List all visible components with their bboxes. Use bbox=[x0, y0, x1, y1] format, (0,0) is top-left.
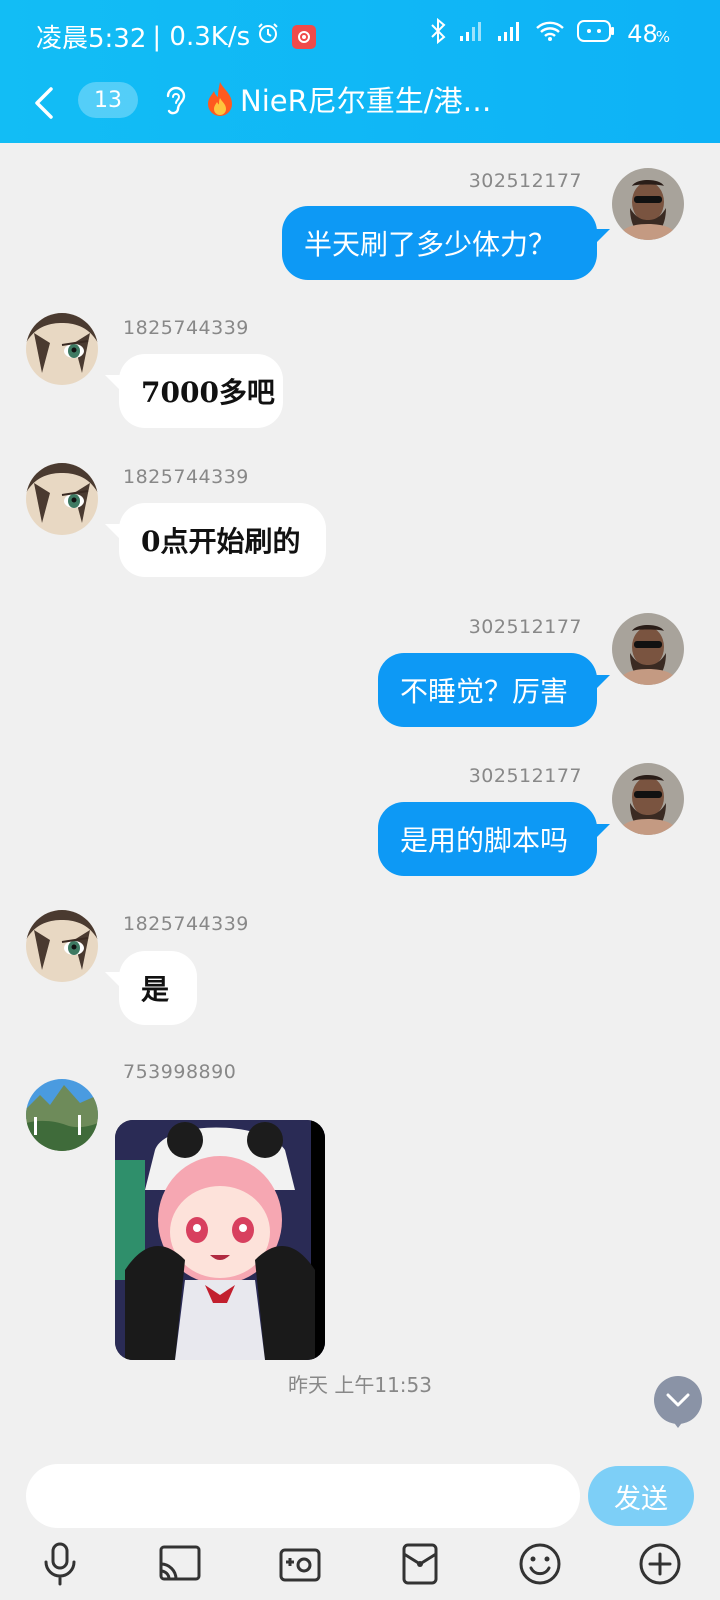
camera-icon[interactable] bbox=[276, 1540, 324, 1588]
sender-id: 302512177 bbox=[468, 170, 582, 192]
avatar-302512177[interactable] bbox=[612, 168, 684, 240]
unread-count-badge[interactable]: 13 bbox=[78, 82, 138, 118]
status-time: 凌晨5:32 bbox=[36, 24, 147, 54]
input-bar: 发送 bbox=[0, 1448, 720, 1600]
bubble-tail bbox=[105, 375, 121, 391]
wifi-icon bbox=[535, 20, 565, 48]
message-bubble-sent[interactable]: 不睡觉？厉害 bbox=[378, 653, 597, 727]
bubble-tail bbox=[105, 972, 121, 988]
message-timestamp: 昨天 上午11:53 bbox=[288, 1373, 432, 1397]
message-bubble-received[interactable]: 0点开始刷的 bbox=[119, 503, 326, 577]
signal-icon-2 bbox=[497, 20, 523, 48]
status-bar: 凌晨5:32 | 0.3K/s 48% bbox=[0, 0, 720, 70]
battery-percent: 48 bbox=[627, 20, 658, 48]
sender-id: 1825744339 bbox=[123, 466, 249, 488]
network-speed: | 0.3K/s bbox=[152, 21, 251, 52]
status-right: 48% bbox=[429, 17, 670, 50]
message-bubble-sent[interactable]: 半天刷了多少体力？ bbox=[282, 206, 597, 280]
bluetooth-icon bbox=[429, 17, 447, 50]
fire-icon bbox=[204, 80, 236, 118]
battery-icon bbox=[577, 19, 615, 49]
bubble-tail bbox=[105, 524, 121, 540]
nav-bar: 13 NieR尼尔重生/港… bbox=[0, 70, 720, 143]
bubble-tail bbox=[594, 229, 610, 245]
back-button[interactable] bbox=[26, 78, 62, 128]
avatar-302512177[interactable] bbox=[612, 613, 684, 685]
battery-unit: % bbox=[655, 28, 670, 46]
ear-icon[interactable] bbox=[160, 82, 190, 118]
screen-cast-icon[interactable] bbox=[156, 1540, 204, 1588]
sender-id: 302512177 bbox=[468, 616, 582, 638]
microphone-icon[interactable] bbox=[36, 1540, 84, 1588]
notification-icon bbox=[292, 24, 317, 49]
send-button[interactable]: 发送 bbox=[588, 1466, 694, 1526]
input-toolbar bbox=[0, 1540, 720, 1600]
image-message[interactable] bbox=[115, 1120, 325, 1360]
plus-icon[interactable] bbox=[636, 1540, 684, 1588]
avatar-1825744339[interactable] bbox=[26, 910, 98, 982]
avatar-753998890[interactable] bbox=[26, 1079, 98, 1151]
chat-header: 凌晨5:32 | 0.3K/s 48% 13 NieR尼尔重生/港… bbox=[0, 0, 720, 143]
sender-id: 302512177 bbox=[468, 765, 582, 787]
battery-level: 48% bbox=[627, 20, 670, 48]
signal-icon-1 bbox=[459, 20, 485, 48]
sender-id: 1825744339 bbox=[123, 317, 249, 339]
scroll-to-bottom-button[interactable] bbox=[654, 1376, 702, 1428]
red-packet-icon[interactable] bbox=[396, 1540, 444, 1588]
avatar-1825744339[interactable] bbox=[26, 463, 98, 535]
avatar-302512177[interactable] bbox=[612, 763, 684, 835]
sender-id: 1825744339 bbox=[123, 913, 249, 935]
emoji-icon[interactable] bbox=[516, 1540, 564, 1588]
message-bubble-received[interactable]: 7000多吧 bbox=[119, 354, 283, 428]
message-bubble-sent[interactable]: 是用的脚本吗 bbox=[378, 802, 597, 876]
group-title[interactable]: NieR尼尔重生/港… bbox=[240, 78, 492, 120]
message-input[interactable] bbox=[26, 1464, 580, 1528]
alarm-icon bbox=[256, 21, 280, 52]
back-arrow-icon bbox=[35, 87, 53, 119]
message-bubble-received[interactable]: 是 bbox=[119, 951, 197, 1025]
bubble-tail bbox=[594, 824, 610, 840]
status-left: 凌晨5:32 | 0.3K/s bbox=[36, 18, 317, 55]
sender-id: 753998890 bbox=[123, 1061, 237, 1083]
anime-sticker-image bbox=[115, 1120, 325, 1360]
chat-area[interactable]: 302512177 半天刷了多少体力？ 1825744339 7000多吧 18… bbox=[0, 143, 720, 1448]
bubble-tail bbox=[594, 675, 610, 691]
avatar-1825744339[interactable] bbox=[26, 313, 98, 385]
chevron-down-icon bbox=[654, 1376, 702, 1428]
